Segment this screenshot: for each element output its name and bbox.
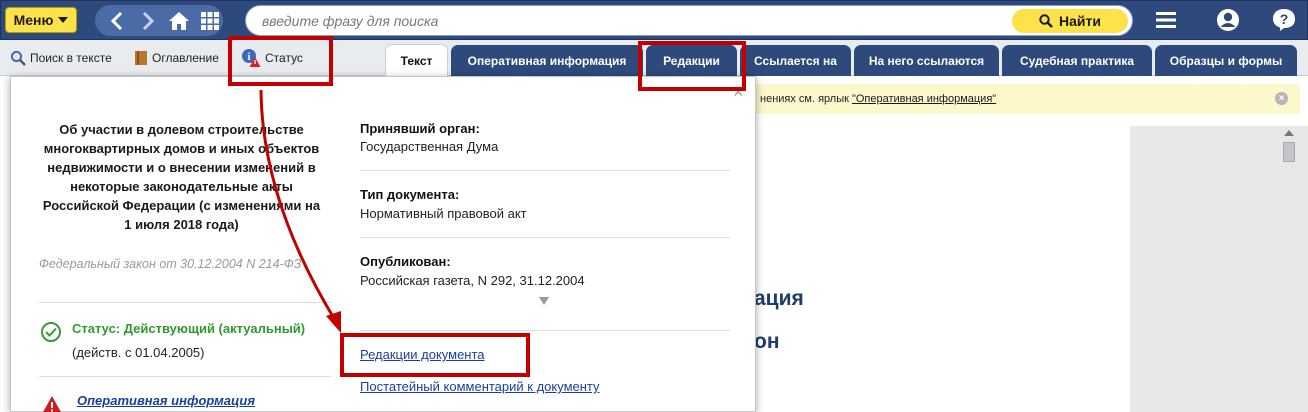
info-notice: нениях см. ярлык "Оперативная информация… bbox=[754, 84, 1300, 114]
grid-icon[interactable] bbox=[196, 9, 223, 33]
find-label: Найти bbox=[1059, 13, 1101, 29]
help-icon[interactable]: ? bbox=[1271, 7, 1297, 33]
document-subtitle: Федеральный закон от 30.12.2004 N 214-ФЗ bbox=[39, 257, 302, 271]
tab-references[interactable]: Ссылается на bbox=[740, 45, 851, 76]
document-heading-fragment: он bbox=[754, 330, 780, 353]
tab-label: Судебная практика bbox=[1019, 53, 1135, 68]
scroll-up-icon[interactable] bbox=[1284, 130, 1294, 136]
doc-type-value: Нормативный правовой акт bbox=[360, 206, 527, 221]
tab-court-practice[interactable]: Судебная практика bbox=[1002, 45, 1152, 76]
search-in-text-button[interactable]: Поиск в тексте bbox=[10, 49, 112, 67]
divider bbox=[39, 376, 331, 377]
chevron-down-icon bbox=[58, 17, 69, 23]
contents-button[interactable]: Оглавление bbox=[134, 49, 219, 67]
document-heading-fragment: ация bbox=[754, 287, 804, 310]
hamburger-icon[interactable] bbox=[1153, 7, 1179, 33]
document-body: ация он bbox=[754, 126, 1130, 412]
search-input[interactable] bbox=[262, 11, 1002, 31]
editions-tab-highlight-box bbox=[638, 41, 746, 91]
operative-info-link[interactable]: Оперативная информация bbox=[77, 393, 255, 408]
issuer-label: Принявший орган: bbox=[360, 121, 480, 136]
divider bbox=[360, 170, 730, 171]
status-date: (действ. с 01.04.2005) bbox=[72, 345, 205, 360]
tab-referenced-by[interactable]: На него ссылаются bbox=[854, 45, 999, 76]
published-value: Российская газета, N 292, 31.12.2004 bbox=[360, 273, 585, 288]
tab-label: Образцы и формы bbox=[1169, 53, 1283, 68]
top-bar: Меню Найти ? bbox=[0, 0, 1308, 40]
magnifier-icon bbox=[10, 50, 26, 66]
published-label: Опубликован: bbox=[360, 254, 451, 269]
tab-label: Ссылается на bbox=[754, 53, 837, 68]
menu-button[interactable]: Меню bbox=[5, 7, 77, 33]
notice-link[interactable]: "Оперативная информация" bbox=[852, 93, 996, 105]
tab-samples-forms[interactable]: Образцы и формы bbox=[1155, 45, 1297, 76]
document-title: Об участии в долевом строительстве много… bbox=[42, 122, 321, 232]
back-icon[interactable] bbox=[103, 9, 130, 33]
tab-label: На него ссылаются bbox=[868, 53, 985, 68]
notice-text: нениях см. ярлык bbox=[760, 93, 849, 105]
article-commentary-link[interactable]: Постатейный комментарий к документу bbox=[360, 379, 600, 394]
home-icon[interactable] bbox=[165, 9, 192, 33]
tab-label: Оперативная информация bbox=[467, 53, 627, 68]
divider bbox=[360, 330, 730, 331]
tab-label: Текст bbox=[400, 54, 433, 68]
navigation-group bbox=[95, 5, 223, 36]
scrollbar-thumb[interactable] bbox=[1283, 142, 1295, 162]
tab-operative-info[interactable]: Оперативная информация bbox=[451, 45, 643, 76]
close-notice-icon[interactable]: × bbox=[1275, 92, 1288, 105]
tab-text[interactable]: Текст bbox=[385, 44, 448, 77]
menu-label: Меню bbox=[13, 12, 54, 28]
svg-text:?: ? bbox=[1280, 11, 1289, 27]
book-icon bbox=[135, 51, 147, 65]
divider bbox=[360, 237, 730, 238]
search-in-text-label: Поиск в тексте bbox=[30, 51, 112, 65]
scrollbar[interactable] bbox=[1282, 140, 1297, 412]
find-button[interactable]: Найти bbox=[1012, 9, 1128, 33]
status-highlight-box bbox=[228, 36, 333, 86]
contents-label: Оглавление bbox=[152, 51, 219, 65]
search-icon bbox=[1039, 14, 1053, 28]
forward-icon[interactable] bbox=[134, 9, 161, 33]
check-circle-icon bbox=[41, 322, 61, 342]
editions-link-highlight-box bbox=[340, 333, 530, 377]
search-bar: Найти bbox=[245, 5, 1133, 36]
warning-icon bbox=[41, 395, 63, 412]
status-value: Статус: Действующий (актуальный) bbox=[72, 321, 306, 336]
divider bbox=[39, 302, 331, 303]
user-icon[interactable] bbox=[1215, 7, 1241, 33]
doc-type-label: Тип документа: bbox=[360, 187, 460, 202]
expand-down-icon[interactable] bbox=[539, 297, 549, 305]
issuer-value: Государственная Дума bbox=[360, 139, 499, 154]
